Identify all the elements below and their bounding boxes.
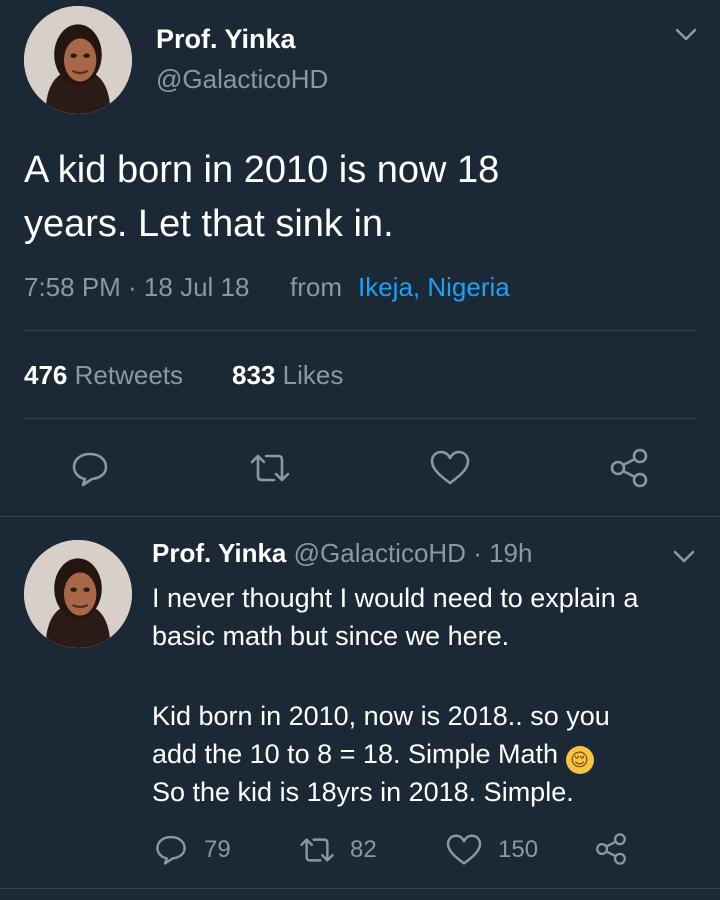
- reply-text-line: So the kid is 18yrs in 2018. Simple.: [152, 777, 574, 807]
- likes-stat[interactable]: 833 Likes: [232, 360, 343, 391]
- reply-icon[interactable]: [70, 448, 110, 488]
- reply-text-line: I never thought I would need to explain …: [152, 583, 639, 613]
- retweets-label: Retweets: [74, 360, 184, 390]
- avatar[interactable]: [24, 6, 132, 114]
- divider: [0, 516, 720, 517]
- handle[interactable]: @GalacticoHD: [156, 64, 328, 95]
- tweet-text-line: years. Let that sink in.: [24, 203, 394, 245]
- retweet-icon[interactable]: [248, 450, 292, 486]
- chevron-down-icon[interactable]: [672, 548, 696, 566]
- reply-icon[interactable]: [154, 832, 188, 866]
- reply-display-name[interactable]: Prof. Yinka: [152, 538, 286, 568]
- retweets-stat[interactable]: 476 Retweets: [24, 360, 183, 391]
- like-icon[interactable]: [430, 450, 470, 486]
- likes-count: 833: [232, 360, 276, 390]
- reply-header: Prof. Yinka @GalacticoHD · 19h: [152, 538, 532, 569]
- reply-text-line: basic math but since we here.: [152, 621, 510, 651]
- tweet-timestamp[interactable]: 7:58 PM · 18 Jul 18: [24, 272, 249, 303]
- from-label: from: [290, 272, 342, 302]
- display-name[interactable]: Prof. Yinka: [156, 24, 296, 55]
- avatar-image: [24, 6, 132, 114]
- reply-text-line: Kid born in 2010, now is 2018.. so you: [152, 701, 610, 731]
- likes-label: Likes: [282, 360, 344, 390]
- retweet-count: 82: [350, 836, 377, 863]
- divider: [24, 330, 696, 331]
- reply-text-segment: add the 10 to 8 = 18. Simple Math: [152, 739, 559, 769]
- chevron-down-icon[interactable]: [674, 26, 698, 44]
- reply-handle[interactable]: @GalacticoHD: [294, 538, 466, 568]
- divider: [0, 888, 720, 889]
- reply-age[interactable]: · 19h: [473, 538, 532, 568]
- like-count: 150: [498, 836, 539, 863]
- share-icon[interactable]: [608, 448, 650, 488]
- divider: [24, 418, 696, 419]
- reply-text-line: add the 10 to 8 = 18. Simple Math 😌: [152, 736, 594, 774]
- tweet-text-line: A kid born in 2010 is now 18: [24, 149, 500, 191]
- relieved-face-emoji: 😌: [565, 746, 594, 774]
- retweets-count: 476: [24, 360, 68, 390]
- retweet-icon[interactable]: [298, 834, 336, 866]
- avatar-image: [24, 540, 132, 648]
- like-icon[interactable]: [446, 834, 482, 866]
- share-icon[interactable]: [594, 832, 628, 866]
- reply-count: 79: [204, 836, 231, 863]
- reply-avatar[interactable]: [24, 540, 132, 648]
- location-link[interactable]: Ikeja, Nigeria: [358, 272, 510, 303]
